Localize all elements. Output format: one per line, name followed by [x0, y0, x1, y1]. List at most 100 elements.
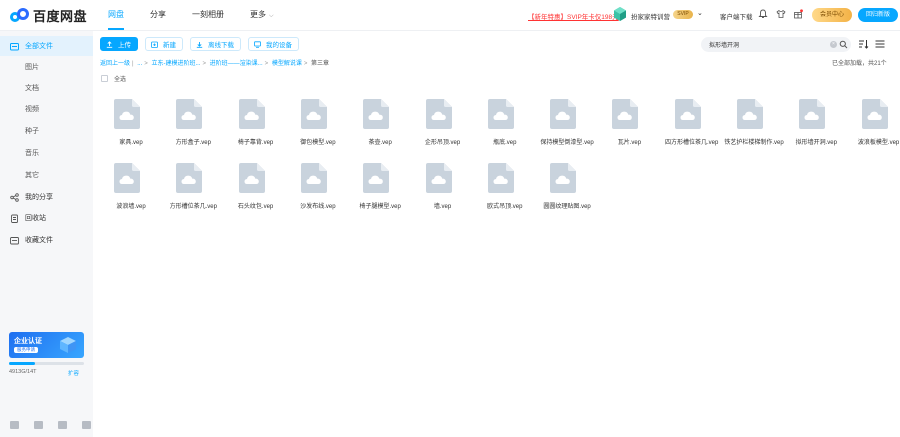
file-item[interactable]: 家具.vep — [100, 93, 162, 153]
sidebar-item-other[interactable]: 其它 — [0, 165, 93, 185]
enterprise-banner[interactable]: 企业认证 服务申请 — [9, 332, 84, 358]
file-icon[interactable] — [58, 421, 67, 429]
search-box: × — [701, 37, 851, 52]
logo[interactable]: 百度网盘 — [10, 6, 87, 24]
file-name: 椅子靠背.vep — [237, 140, 274, 146]
nav-album[interactable]: 一刻相册 — [192, 0, 224, 31]
file-item[interactable]: 波浪板模型.vep — [848, 93, 900, 153]
file-item[interactable]: 波浪墙.vep — [100, 157, 162, 217]
promo-link[interactable]: 【新年特惠】SVIP年卡仅198元 — [528, 11, 619, 21]
file-name: 企形吊顶.vep — [424, 140, 461, 146]
file-name: 茶壶.vep — [368, 140, 392, 146]
toolbar: 上传 新建 离线下载 我的设备 — [100, 37, 306, 51]
file-name: 沙发布线.vep — [300, 204, 336, 210]
file-name: 御包模型.vep — [300, 140, 336, 146]
file-item[interactable]: 椅子腿模型.vep — [349, 157, 411, 217]
svip-badge: SVIP — [673, 10, 693, 19]
file-item[interactable]: 石头纹包.vep — [225, 157, 287, 217]
my-device-button[interactable]: 我的设备 — [248, 37, 299, 51]
file-item[interactable]: 四方形槽位茶几.vep — [661, 93, 723, 153]
breadcrumb-item[interactable]: 进阶班——渲染课... — [210, 61, 263, 67]
cloud-file-icon — [861, 99, 888, 129]
search-icon[interactable] — [839, 40, 848, 49]
file-item[interactable]: 瓦片.vep — [598, 93, 660, 153]
clear-icon[interactable]: × — [830, 41, 837, 48]
breadcrumb-item[interactable]: 模型解说课 — [272, 61, 302, 67]
file-name: 铁艺护栏楼梯制作.vep — [724, 140, 784, 146]
cloud-file-icon — [300, 163, 327, 193]
file-item[interactable]: 方形盒子.vep — [162, 93, 224, 153]
logo-text: 百度网盘 — [33, 8, 88, 24]
file-item[interactable]: 保持模型倒漆型.vep — [536, 93, 598, 153]
file-name: 墙.vep — [433, 204, 452, 210]
file-item[interactable]: 沙发布线.vep — [287, 157, 349, 217]
file-name: 方形盒子.vep — [175, 140, 211, 146]
file-name: 方形槽位茶几.vep — [169, 204, 217, 210]
cloud-file-icon — [238, 99, 265, 129]
new-folder-button[interactable]: 新建 — [145, 37, 183, 51]
breadcrumb-item[interactable]: ... — [137, 61, 142, 67]
gift-icon[interactable] — [793, 9, 803, 19]
file-item[interactable]: 方形槽位茶几.vep — [162, 157, 224, 217]
grid-icon[interactable] — [34, 421, 43, 429]
upload-button[interactable]: 上传 — [100, 37, 138, 51]
sidebar-item-my-share[interactable]: 我的分享 — [0, 187, 93, 207]
cloud-file-icon — [425, 163, 452, 193]
cloud-file-icon — [674, 99, 701, 129]
list-view-icon[interactable] — [875, 39, 885, 49]
new-version-button[interactable]: 回归新版 — [858, 8, 898, 22]
file-name: 四方形槽位茶几.vep — [665, 140, 719, 146]
file-item[interactable]: 拟形墙开洞.vep — [785, 93, 847, 153]
client-download-link[interactable]: 客户端下载 — [720, 11, 753, 21]
nav-more[interactable]: 更多 ⌵ — [250, 0, 274, 31]
sidebar-item-docs[interactable]: 文档 — [0, 78, 93, 98]
file-name: 瓦片.vep — [617, 140, 642, 146]
trash-icon — [11, 214, 18, 223]
nav-netdisk[interactable]: 网盘 — [108, 0, 124, 31]
monitor-icon[interactable] — [10, 421, 19, 429]
sidebar-item-music[interactable]: 音乐 — [0, 143, 93, 163]
sidebar-item-torrents[interactable]: 种子 — [0, 121, 93, 141]
sort-icon[interactable] — [858, 39, 869, 49]
sidebar-item-videos[interactable]: 视频 — [0, 99, 93, 119]
offline-download-button[interactable]: 离线下载 — [190, 37, 241, 51]
file-item[interactable]: 墙.vep — [412, 157, 474, 217]
chevron-down-icon: ⌵ — [269, 13, 274, 19]
breadcrumb-item[interactable]: 立东-建模进阶班... — [151, 61, 200, 67]
sidebar-item-label: 全部文件 — [25, 43, 53, 50]
sidebar-item-images[interactable]: 图片 — [0, 57, 93, 77]
select-all-checkbox[interactable] — [101, 75, 108, 82]
member-center-button[interactable]: 会员中心 — [812, 8, 852, 22]
file-name: 圆圆纹理贴图.vep — [543, 204, 591, 210]
file-item[interactable]: 欧式吊顶.vep — [474, 157, 536, 217]
select-all[interactable]: 全选 — [101, 74, 126, 83]
sidebar-item-all-files[interactable]: 全部文件 — [0, 36, 93, 56]
bell-icon[interactable] — [758, 9, 768, 19]
search-input[interactable] — [709, 37, 819, 52]
nav-share[interactable]: 分享 — [150, 0, 166, 31]
main-nav: 网盘 分享 一刻相册 更多 ⌵ — [108, 0, 300, 31]
device-icon — [254, 40, 261, 48]
file-item[interactable]: 圆圆纹理贴图.vep — [536, 157, 598, 217]
breadcrumb-current: 第三章 — [311, 61, 330, 67]
upload-icon — [106, 40, 113, 48]
sidebar-item-recycle-bin[interactable]: 回收站 — [0, 208, 93, 228]
cloud-file-icon — [176, 163, 203, 193]
file-item[interactable]: 椅子靠背.vep — [225, 93, 287, 153]
username[interactable]: 扮家家特训营 — [631, 11, 670, 21]
shirt-icon[interactable] — [776, 9, 786, 19]
cube-icon — [60, 337, 76, 353]
folder-icon — [10, 42, 19, 50]
file-item[interactable]: 茶壶.vep — [349, 93, 411, 153]
avatar[interactable] — [613, 7, 627, 21]
settings-icon[interactable] — [82, 421, 91, 429]
breadcrumb-back[interactable]: 返回上一级 — [100, 61, 130, 67]
chevron-down-icon[interactable]: ⌄ — [697, 9, 703, 17]
file-item[interactable]: 企形吊顶.vep — [412, 93, 474, 153]
file-item[interactable]: 瓶底.vep — [474, 93, 536, 153]
file-item[interactable]: 御包模型.vep — [287, 93, 349, 153]
file-item[interactable]: 铁艺护栏楼梯制作.vep — [723, 93, 785, 153]
expand-link[interactable]: 扩容 — [68, 369, 79, 377]
cloud-file-icon — [487, 99, 514, 129]
sidebar-item-favorites[interactable]: 收藏文件 — [0, 230, 93, 250]
